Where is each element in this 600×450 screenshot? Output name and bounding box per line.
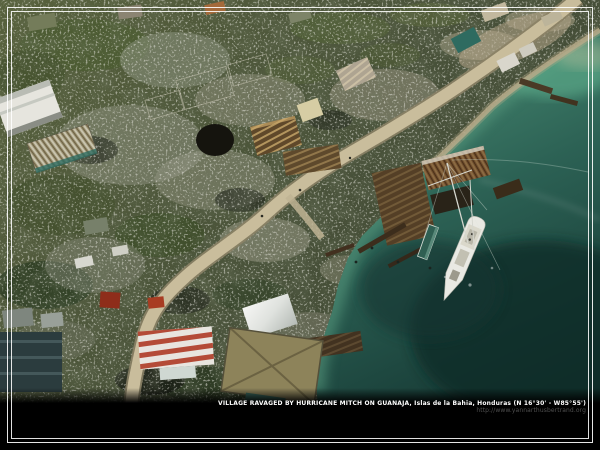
dark-teal-building [0,332,62,392]
aerial-photo-illustration [0,0,600,450]
photo-credit-url: http://www.yannarthusbertrand.org [476,407,586,414]
caption-band [0,388,600,450]
photo-caption: VILLAGE RAVAGED BY HURRICANE MITCH ON GU… [218,400,586,407]
burned-roof [196,124,234,156]
red-shack [99,291,120,308]
hurricane-photo: VILLAGE RAVAGED BY HURRICANE MITCH ON GU… [0,0,600,450]
